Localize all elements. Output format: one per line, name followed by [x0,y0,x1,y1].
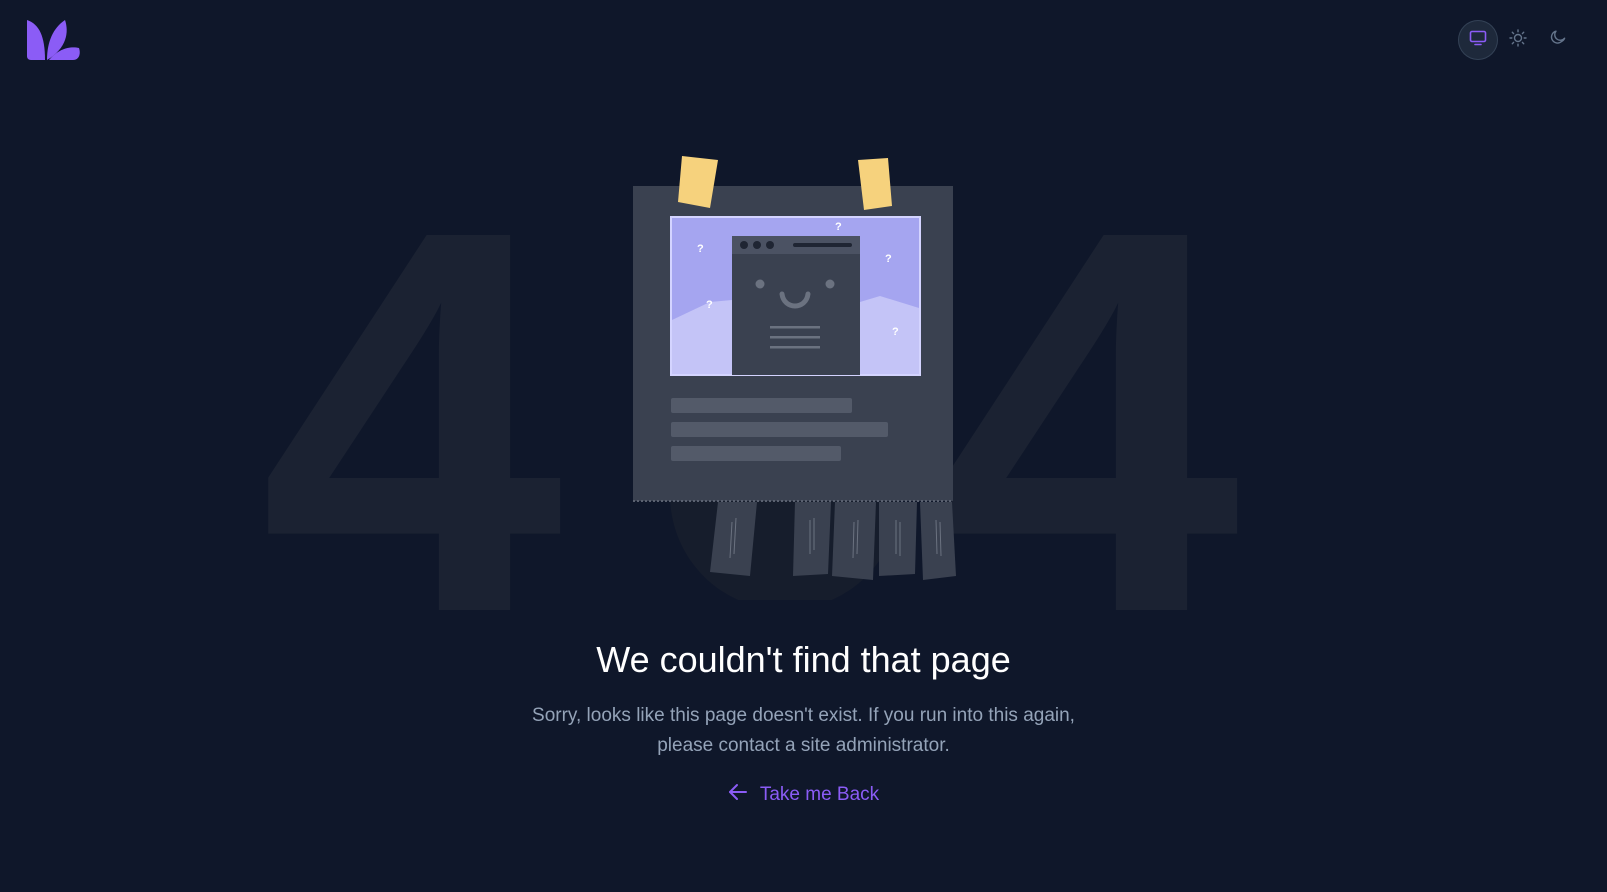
svg-text:?: ? [706,299,713,311]
theme-system-button[interactable] [1458,20,1498,60]
svg-text:?: ? [885,253,892,265]
svg-text:?: ? [697,243,704,255]
monitor-icon [1469,29,1487,52]
error-subtitle: Sorry, looks like this page doesn't exis… [532,705,1075,757]
background-digit-left: 4 [260,118,564,726]
theme-light-button[interactable] [1498,20,1538,60]
theme-switcher [1458,20,1578,60]
sun-icon [1509,28,1527,52]
take-me-back-label: Take me Back [759,784,880,806]
shredded-paper-illustration: ? ? ? ? ? [620,150,965,610]
leaf-logo-icon[interactable] [25,18,81,64]
take-me-back-link[interactable]: Take me Back [728,783,879,807]
arrow-left-icon [728,783,748,807]
theme-dark-button[interactable] [1538,20,1578,60]
svg-text:?: ? [835,221,842,233]
error-message: We couldn't find that page Sorry, looks … [0,638,1607,807]
not-found-page: 4 4 ? ? ? ? ? We couldn't find that page… [0,0,1607,892]
svg-text:?: ? [892,326,899,338]
error-title: We couldn't find that page [596,639,1011,680]
moon-icon [1549,29,1567,52]
background-digit-right: 4 [937,118,1241,726]
